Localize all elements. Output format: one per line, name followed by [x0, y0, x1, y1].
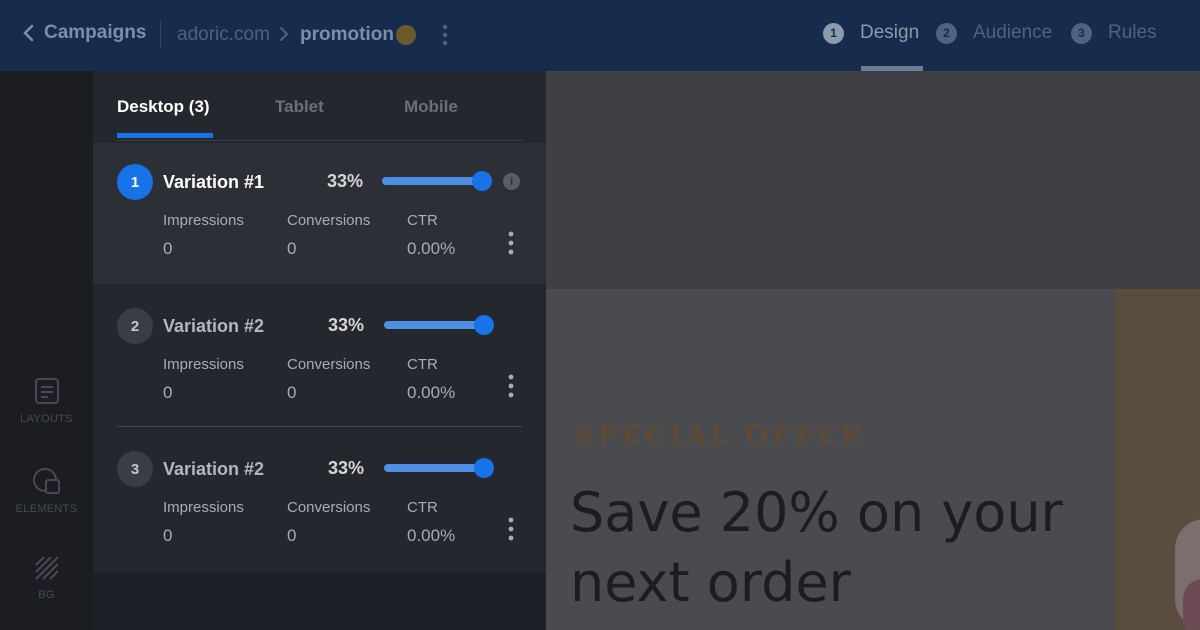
variation-name[interactable]: Variation #2 [163, 459, 264, 480]
back-to-campaigns-link[interactable]: Campaigns [22, 22, 146, 44]
rail-item-background[interactable]: BG [0, 555, 93, 601]
chevron-left-icon [23, 24, 34, 42]
image-shape [1183, 579, 1200, 630]
impressions-value: 0 [163, 239, 173, 258]
conversions-label: Conversions [287, 356, 371, 373]
step-audience[interactable]: 2 Audience [936, 22, 1052, 44]
panel-footer-area [93, 573, 546, 630]
step-number: 2 [936, 22, 957, 44]
variation-number-badge: 3 [117, 451, 153, 487]
conversions-value: 0 [287, 239, 297, 258]
ctr-value: 0.00% [407, 526, 456, 545]
step-label: Design [860, 22, 920, 43]
variation-row[interactable]: 3 Variation #2 33% Impressions Conversio… [93, 427, 546, 573]
layouts-icon [34, 378, 59, 404]
popup-headline[interactable]: Save 20% on your next order [570, 478, 1090, 618]
tab-desktop[interactable]: Desktop (3) [117, 97, 210, 117]
variation-percent: 33% [327, 171, 364, 191]
tab-tablet[interactable]: Tablet [275, 97, 324, 117]
rail-item-label: LAYOUTS [20, 413, 73, 425]
slider-handle[interactable] [474, 458, 494, 478]
elements-icon [32, 468, 60, 494]
impressions-value: 0 [163, 526, 173, 545]
variation-name[interactable]: Variation #2 [163, 316, 264, 337]
step-label: Audience [973, 22, 1053, 43]
more-options-icon[interactable] [438, 23, 452, 47]
background-icon [34, 556, 59, 580]
left-toolbar: LAYOUTS ELEMENTS BG [0, 71, 93, 630]
ctr-label: CTR [407, 212, 438, 229]
more-options-icon[interactable] [507, 516, 515, 542]
variations-panel: Desktop (3) Tablet Mobile 1 Variation #1… [93, 71, 546, 573]
more-options-icon[interactable] [507, 230, 515, 256]
rail-item-layouts[interactable]: LAYOUTS [0, 377, 93, 425]
impressions-label: Impressions [163, 356, 244, 373]
variation-row[interactable]: 2 Variation #2 33% Impressions Conversio… [93, 284, 546, 427]
chevron-right-icon [280, 27, 289, 41]
canvas-backdrop [546, 71, 1200, 289]
campaign-status-indicator[interactable] [396, 25, 416, 45]
conversions-label: Conversions [287, 212, 371, 229]
impressions-label: Impressions [163, 212, 244, 229]
back-label: Campaigns [44, 22, 147, 43]
step-rules[interactable]: 3 Rules [1071, 22, 1157, 44]
rail-item-label: BG [38, 589, 55, 601]
breadcrumb-campaign-name[interactable]: promotion [300, 24, 394, 46]
step-number: 1 [823, 22, 844, 44]
step-label: Rules [1108, 22, 1157, 43]
more-options-icon[interactable] [507, 373, 515, 399]
ctr-label: CTR [407, 356, 438, 373]
variation-number-badge: 1 [117, 164, 153, 200]
active-tab-indicator [117, 133, 213, 138]
top-bar: Campaigns adoric.com promotion 1 Design … [0, 0, 1200, 71]
ctr-value: 0.00% [407, 239, 456, 258]
impressions-label: Impressions [163, 499, 244, 516]
ctr-label: CTR [407, 499, 438, 516]
slider-handle[interactable] [472, 171, 492, 191]
step-number: 3 [1071, 22, 1092, 44]
tab-mobile[interactable]: Mobile [404, 97, 458, 117]
info-icon[interactable]: i [503, 173, 520, 190]
conversions-label: Conversions [287, 499, 371, 516]
conversions-value: 0 [287, 383, 297, 402]
popup-eyebrow-text[interactable]: SPECIAL OFFER [575, 421, 867, 451]
ctr-value: 0.00% [407, 383, 456, 402]
rail-item-label: ELEMENTS [15, 503, 78, 515]
variation-number-badge: 2 [117, 308, 153, 344]
popup-image[interactable] [1115, 289, 1200, 630]
variation-name[interactable]: Variation #1 [163, 172, 264, 193]
step-design[interactable]: 1 Design [823, 22, 919, 44]
breadcrumb-domain[interactable]: adoric.com [177, 24, 270, 46]
device-tabs: Desktop (3) Tablet Mobile [117, 71, 522, 141]
impressions-value: 0 [163, 383, 173, 402]
slider-handle[interactable] [474, 315, 494, 335]
variation-percent: 33% [328, 458, 365, 478]
variation-row[interactable]: 1 Variation #1 33% i Impressions Convers… [93, 143, 546, 284]
conversions-value: 0 [287, 526, 297, 545]
divider [160, 20, 161, 48]
rail-item-elements[interactable]: ELEMENTS [0, 467, 93, 515]
variation-percent: 33% [328, 315, 365, 335]
